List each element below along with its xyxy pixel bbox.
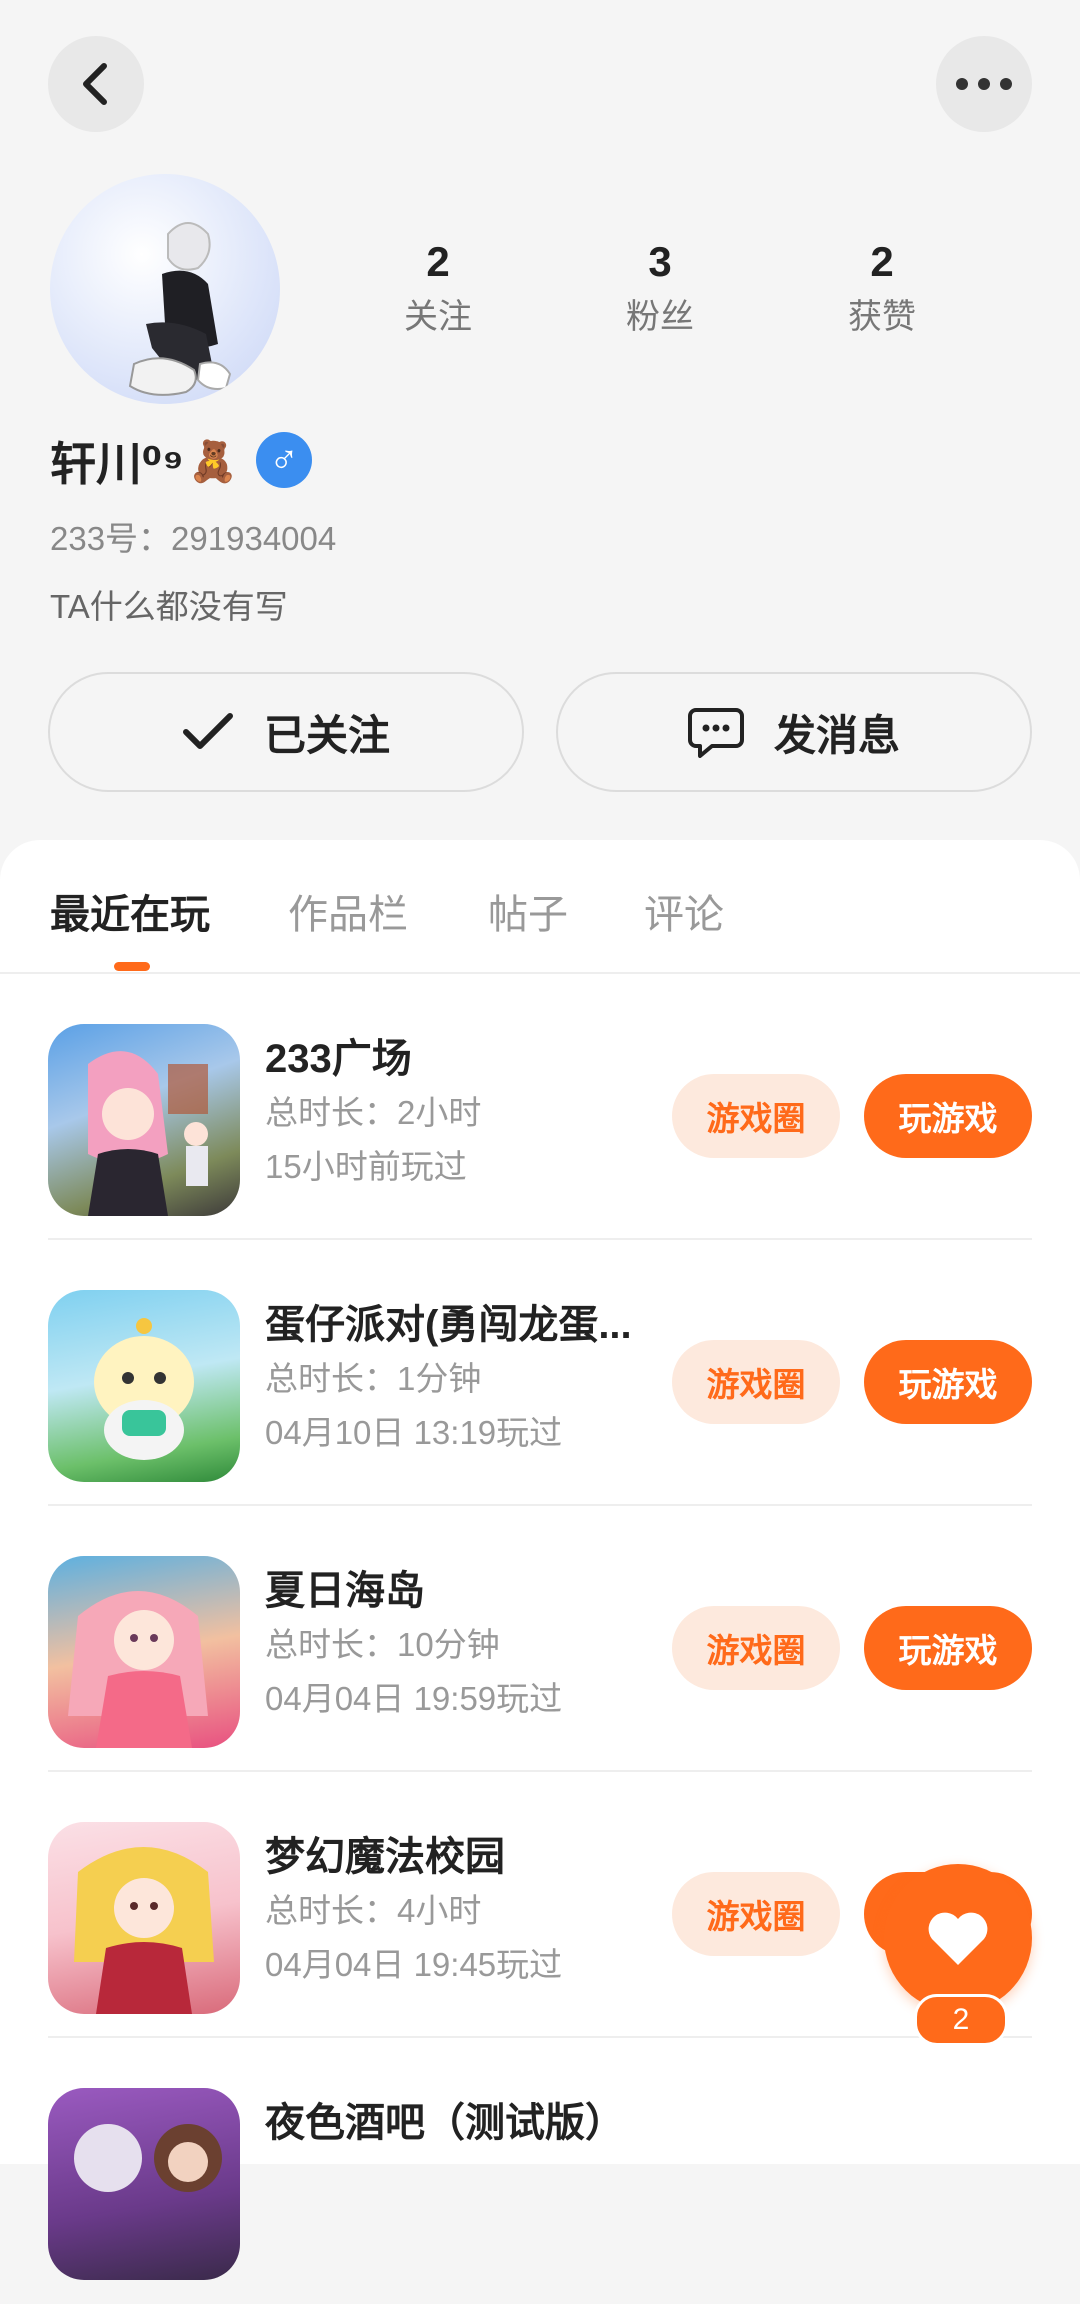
game-row[interactable]: 233广场 总时长：2小时 15小时前玩过 游戏圈 玩游戏 — [0, 974, 1080, 1240]
heart-icon — [928, 1912, 988, 1965]
tab-recently-played[interactable]: 最近在玩 — [50, 882, 210, 940]
game-circle-button[interactable]: 游戏圈 — [672, 1074, 840, 1158]
game-duration: 总时长：1分钟 — [265, 1360, 482, 1397]
avatar-figure — [128, 222, 232, 396]
game-row[interactable]: 夏日海岛 总时长：10分钟 04月04日 19:59玩过 游戏圈 玩游戏 — [0, 1506, 1080, 1772]
stat-value: 2 — [870, 238, 894, 285]
stat-followers[interactable]: 3 粉丝 — [560, 232, 760, 342]
game-name: 233广场 — [265, 1037, 412, 1081]
game-icon[interactable] — [48, 1822, 240, 2014]
play-game-button[interactable]: 玩游戏 — [864, 1606, 1032, 1690]
followed-button-label: 已关注 — [263, 711, 390, 759]
stat-label: 获赞 — [848, 298, 916, 336]
stat-likes[interactable]: 2 获赞 — [782, 232, 982, 342]
stat-value: 2 — [426, 238, 450, 285]
game-duration: 总时长：10分钟 — [265, 1626, 500, 1663]
game-duration: 总时长：4小时 — [265, 1892, 482, 1929]
tab-posts[interactable]: 帖子 — [488, 882, 568, 940]
game-last-played: 04月10日 13:19玩过 — [265, 1414, 563, 1451]
profile-name-text: 轩川⁰⁹ — [50, 438, 184, 490]
stat-label: 关注 — [404, 298, 472, 336]
send-message-label: 发消息 — [773, 711, 900, 759]
game-icon[interactable] — [48, 1024, 240, 1216]
stat-label: 粉丝 — [626, 298, 694, 336]
game-circle-button[interactable]: 游戏圈 — [672, 1340, 840, 1424]
play-game-button[interactable]: 玩游戏 — [864, 1074, 1032, 1158]
game-row[interactable]: 夜色酒吧（测试版） — [0, 2038, 1080, 2304]
followed-button[interactable]: 已关注 — [48, 672, 524, 792]
game-icon[interactable] — [48, 1556, 240, 1748]
game-icon[interactable] — [48, 1290, 240, 1482]
play-game-button[interactable]: 玩游戏 — [864, 1340, 1032, 1424]
game-duration: 总时长：2小时 — [265, 1094, 482, 1131]
profile-bio: TA什么都没有写 — [50, 588, 288, 625]
active-tab-indicator — [114, 962, 150, 971]
game-last-played: 15小时前玩过 — [265, 1148, 467, 1185]
stat-following[interactable]: 2 关注 — [338, 232, 538, 342]
tab-works[interactable]: 作品栏 — [288, 882, 408, 940]
chat-bubble-icon — [687, 706, 744, 758]
avatar[interactable] — [50, 174, 280, 404]
game-circle-button[interactable]: 游戏圈 — [672, 1606, 840, 1690]
game-name: 夏日海岛 — [265, 1569, 425, 1613]
chevron-left-icon — [83, 63, 107, 105]
game-name: 梦幻魔法校园 — [265, 1835, 505, 1879]
like-count-badge: 2 — [914, 1994, 1008, 2046]
game-name: 蛋仔派对(勇闯龙蛋... — [265, 1303, 632, 1347]
tab-bar: 最近在玩 作品栏 帖子 评论 — [0, 840, 1080, 974]
more-dots-icon — [956, 78, 1012, 90]
back-button[interactable] — [48, 36, 144, 132]
more-button[interactable] — [936, 36, 1032, 132]
bear-emoji-icon: 🧸 — [187, 439, 238, 484]
game-row[interactable]: 蛋仔派对(勇闯龙蛋... 总时长：1分钟 04月10日 13:19玩过 游戏圈 … — [0, 1240, 1080, 1506]
check-icon — [182, 712, 234, 752]
game-icon[interactable] — [48, 2088, 240, 2280]
game-last-played: 04月04日 19:45玩过 — [265, 1946, 563, 1983]
tab-comments[interactable]: 评论 — [644, 882, 724, 940]
send-message-button[interactable]: 发消息 — [556, 672, 1032, 792]
game-name: 夜色酒吧（测试版） — [265, 2101, 625, 2145]
profile-name: 轩川⁰⁹ 🧸 — [50, 428, 238, 494]
game-last-played: 04月04日 19:59玩过 — [265, 1680, 563, 1717]
profile-uid: 233号：291934004 — [50, 520, 337, 557]
stat-value: 3 — [648, 238, 672, 285]
male-gender-icon: ♂ — [256, 432, 312, 488]
game-circle-button[interactable]: 游戏圈 — [672, 1872, 840, 1956]
like-button[interactable] — [884, 1864, 1032, 2012]
